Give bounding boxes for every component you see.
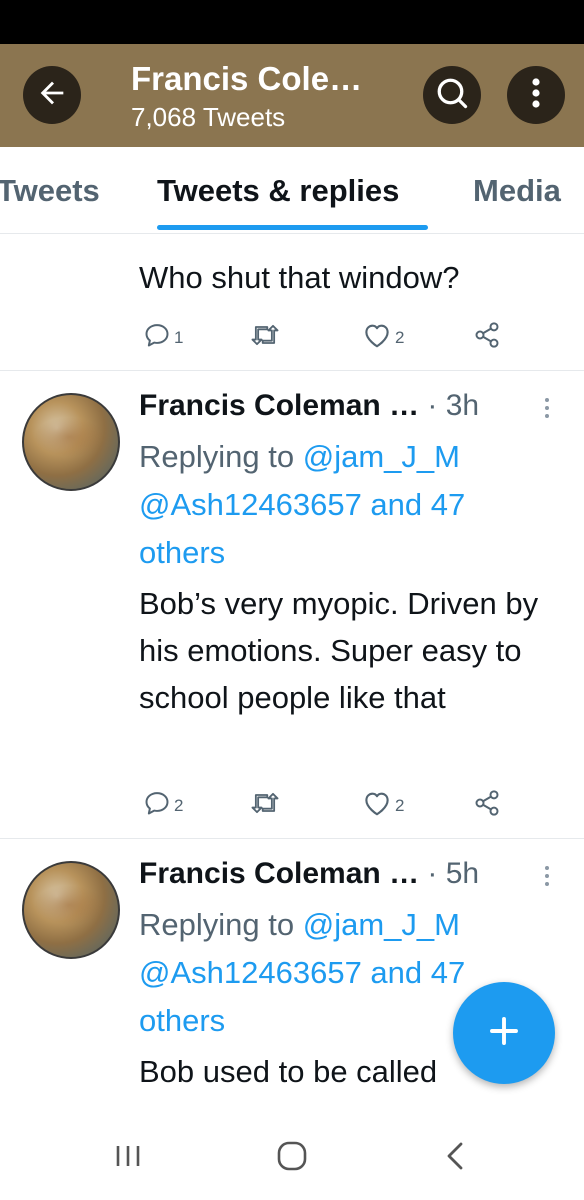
- retweet-icon: [249, 789, 281, 822]
- retweet-button[interactable]: [249, 321, 281, 354]
- more-options-button[interactable]: [507, 66, 565, 124]
- dot: [545, 398, 549, 402]
- system-nav-bar: [0, 1116, 584, 1200]
- plus-icon: [486, 1013, 522, 1054]
- tweet-divider: [0, 370, 584, 371]
- system-back-button[interactable]: [425, 1138, 485, 1178]
- author-name[interactable]: Francis Coleman …: [139, 389, 419, 422]
- share-button[interactable]: [472, 789, 502, 822]
- like-button[interactable]: 2: [362, 789, 404, 822]
- back-chevron-icon: [444, 1140, 466, 1177]
- recent-apps-icon: [113, 1142, 143, 1175]
- replying-prefix: Replying to: [139, 439, 303, 474]
- tweet-time: · 5h: [427, 857, 480, 890]
- tab-tweets[interactable]: Tweets: [0, 173, 100, 209]
- tweet-more-button[interactable]: [538, 866, 556, 886]
- replying-prefix: Replying to: [139, 907, 303, 942]
- tweet-text: Bob’s very myopic. Driven by his emotion…: [139, 586, 539, 715]
- tweet-author-row: Francis Coleman … · 3h: [139, 389, 479, 423]
- more-vertical-icon: [531, 76, 541, 115]
- others-link[interactable]: others: [139, 1003, 225, 1038]
- and-others-text[interactable]: and 47: [362, 955, 465, 990]
- reply-icon: [143, 321, 171, 354]
- share-icon: [472, 321, 502, 354]
- dot: [545, 406, 549, 410]
- tweet-text: Who shut that window?: [139, 260, 460, 295]
- tweet-author-row: Francis Coleman … · 5h: [139, 857, 479, 891]
- dot: [545, 874, 549, 878]
- status-bar: [0, 0, 584, 44]
- dot: [545, 882, 549, 886]
- and-others-text[interactable]: and 47: [362, 487, 465, 522]
- compose-tweet-button[interactable]: [453, 982, 555, 1084]
- home-icon: [276, 1140, 308, 1177]
- avatar[interactable]: [22, 393, 120, 491]
- mention-link[interactable]: @jam_J_M: [303, 907, 460, 942]
- reply-button[interactable]: 2: [143, 789, 183, 822]
- reply-icon: [143, 789, 171, 822]
- home-button[interactable]: [262, 1138, 322, 1178]
- dot: [545, 866, 549, 870]
- tab-media[interactable]: Media: [473, 173, 561, 209]
- mention-link[interactable]: @jam_J_M: [303, 439, 460, 474]
- others-link[interactable]: others: [139, 535, 225, 570]
- tab-tweets-replies[interactable]: Tweets & replies: [157, 173, 399, 209]
- like-count: 2: [395, 327, 405, 347]
- share-icon: [472, 789, 502, 822]
- retweet-button[interactable]: [249, 789, 281, 822]
- search-button[interactable]: [423, 66, 481, 124]
- like-count: 2: [395, 795, 405, 815]
- dot: [545, 414, 549, 418]
- replying-to: Replying to @jam_J_M @Ash12463657 and 47…: [139, 433, 559, 577]
- tweet-more-button[interactable]: [538, 398, 556, 418]
- heart-icon: [362, 789, 392, 822]
- profile-name-title: Francis Cole…: [131, 60, 363, 97]
- reply-count: 2: [174, 795, 184, 815]
- retweet-icon: [249, 321, 281, 354]
- tweet-count: 7,068 Tweets: [131, 102, 286, 132]
- reply-count: 1: [174, 327, 184, 347]
- back-button[interactable]: [23, 66, 81, 124]
- arrow-left-icon: [35, 76, 69, 115]
- recent-apps-button[interactable]: [98, 1138, 158, 1178]
- heart-icon: [362, 321, 392, 354]
- like-button[interactable]: 2: [362, 321, 404, 354]
- mention-link[interactable]: @Ash12463657: [139, 955, 362, 990]
- avatar[interactable]: [22, 861, 120, 959]
- active-tab-indicator: [157, 225, 428, 230]
- tweet-divider: [0, 838, 584, 839]
- tweet-time: · 3h: [427, 389, 480, 422]
- search-icon: [434, 75, 470, 116]
- share-button[interactable]: [472, 321, 502, 354]
- author-name[interactable]: Francis Coleman …: [139, 857, 419, 890]
- profile-tabs: Tweets Tweets & replies Media: [0, 147, 584, 234]
- mention-link[interactable]: @Ash12463657: [139, 487, 362, 522]
- reply-button[interactable]: 1: [143, 321, 183, 354]
- profile-header: Francis Cole… 7,068 Tweets: [0, 44, 584, 147]
